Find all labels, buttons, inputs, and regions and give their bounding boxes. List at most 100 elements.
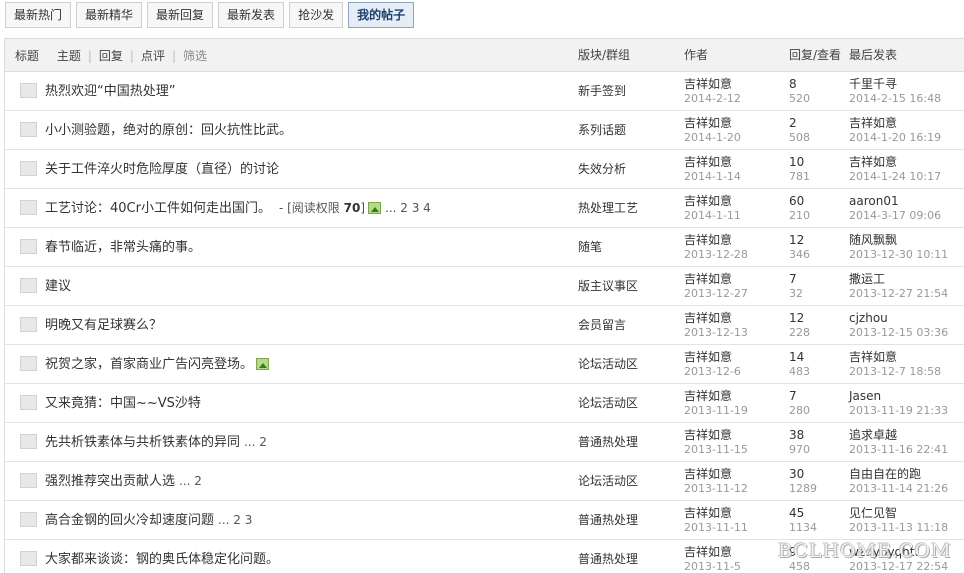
last-poster-link[interactable]: aaron01 [849,194,941,208]
divider [46,49,50,63]
last-post-cell: 自由自在的跑 2013-11-14 21:26 [849,467,948,496]
author-link[interactable]: 吉祥如意 [684,77,741,91]
forum-link[interactable]: 版主议事区 [578,267,638,306]
thread-title-link[interactable]: 春节临近，非常头痛的事。 [45,240,201,255]
counts-cell: 10 781 [789,155,810,184]
last-post-time[interactable]: 2013-11-13 11:18 [849,521,948,535]
last-poster-link[interactable]: 吉祥如意 [849,155,941,169]
last-poster-link[interactable]: 千里千寻 [849,77,941,91]
author-link[interactable]: 吉祥如意 [684,428,748,442]
last-post-time[interactable]: 2013-12-30 10:11 [849,248,948,262]
forum-link[interactable]: 系列话题 [578,111,626,150]
thread-title-link[interactable]: 工艺讨论：40Cr小工件如何走出国门。 [45,201,271,216]
forum-link[interactable]: 论坛活动区 [578,384,638,423]
forum-link[interactable]: 普通热处理 [578,501,638,540]
last-post-time[interactable]: 2013-12-15 03:36 [849,326,948,340]
last-post-time[interactable]: 2014-1-20 16:19 [849,131,941,145]
last-post-cell: 见仁见智 2013-11-13 11:18 [849,506,948,535]
last-post-time[interactable]: 2013-11-16 22:41 [849,443,948,457]
last-poster-link[interactable]: 追求卓越 [849,428,948,442]
thread-title-cell: 先共析铁素体与共析铁素体的异同 ... 2 [45,423,267,462]
author-link[interactable]: 吉祥如意 [684,155,741,169]
author-link[interactable]: 吉祥如意 [684,467,748,481]
header-forum: 版块/群组 [578,48,631,62]
tab-3[interactable]: 最新发表 [218,2,285,28]
forum-link[interactable]: 失效分析 [578,150,626,189]
author-link[interactable]: 吉祥如意 [684,545,741,559]
forum-link[interactable]: 普通热处理 [578,423,638,462]
document-icon [20,395,37,410]
thread-title-link[interactable]: 建议 [45,279,71,294]
reply-count: 2 [789,116,797,130]
thread-title-link[interactable]: 大家都来谈谈：钢的奥氏体稳定化问题。 [45,552,279,567]
last-post-time[interactable]: 2013-12-7 18:58 [849,365,941,379]
filter-review-link[interactable]: 点评 [141,47,165,64]
view-count: 280 [789,404,810,417]
filter-reply-link[interactable]: 回复 [99,47,123,64]
forum-link[interactable]: 热处理工艺 [578,189,638,228]
counts-cell: 7 32 [789,272,803,301]
thread-title-link[interactable]: 祝贺之家，首家商业广告闪亮登场。 [45,357,253,372]
author-cell: 吉祥如意 2013-11-19 [684,389,748,418]
author-link[interactable]: 吉祥如意 [684,506,748,520]
forum-link[interactable]: 论坛活动区 [578,462,638,501]
tab-1[interactable]: 最新精华 [76,2,143,28]
author-link[interactable]: 吉祥如意 [684,233,748,247]
tab-0[interactable]: 最新热门 [5,2,72,28]
forum-link[interactable]: 普通热处理 [578,540,638,573]
last-post-time[interactable]: 2014-1-24 10:17 [849,170,941,184]
post-date: 2013-12-28 [684,248,748,261]
permission-close: ] [360,201,366,215]
last-poster-link[interactable]: 随风飘飘 [849,233,948,247]
tab-2[interactable]: 最新回复 [147,2,214,28]
tab-5[interactable]: 我的帖子 [348,2,415,28]
thread-title-link[interactable]: 关于工件淬火时危险厚度（直径）的讨论 [45,162,279,177]
last-post-time[interactable]: 2013-12-27 21:54 [849,287,948,301]
forum-link[interactable]: 随笔 [578,228,602,267]
thread-title-link[interactable]: 高合金钢的回火冷却速度问题 [45,513,214,528]
last-poster-link[interactable]: 吉祥如意 [849,350,941,364]
last-post-time[interactable]: 2014-2-15 16:48 [849,92,941,106]
last-post-time[interactable]: 2013-11-14 21:26 [849,482,948,496]
permission-label: - [阅读权限 [278,201,344,215]
thread-title-link[interactable]: 又来竟猜：中国~~VS沙特 [45,396,201,411]
forum-link[interactable]: 会员留言 [578,306,626,345]
tab-4[interactable]: 抢沙发 [289,2,344,28]
divider: | [129,48,134,63]
forum-link[interactable]: 新手签到 [578,72,626,111]
last-post-time[interactable]: 2014-3-17 09:06 [849,209,941,223]
author-link[interactable]: 吉祥如意 [684,116,741,130]
last-poster-link[interactable]: Jasen [849,389,948,403]
author-link[interactable]: 吉祥如意 [684,272,748,286]
last-poster-link[interactable]: 自由自在的跑 [849,467,948,481]
filter-subject-link[interactable]: 主题 [57,47,81,64]
last-poster-link[interactable]: 撒运工 [849,272,948,286]
page-links[interactable]: ... 2 3 [218,513,252,527]
thread-title-link[interactable]: 明晚又有足球赛么？ [45,318,162,333]
thread-title-link[interactable]: 先共析铁素体与共析铁素体的异同 [45,435,240,450]
author-link[interactable]: 吉祥如意 [684,311,748,325]
author-link[interactable]: 吉祥如意 [684,350,741,364]
last-poster-link[interactable]: cjzhou [849,311,948,325]
page-links[interactable]: ... 2 [244,435,267,449]
view-count: 346 [789,248,810,261]
thread-title-link[interactable]: 强烈推荐突出贡献人选 [45,474,175,489]
read-permission: - [阅读权限 70] [279,201,365,215]
author-cell: 吉祥如意 2013-11-5 [684,545,741,573]
thread-title-link[interactable]: 热烈欢迎“中国热处理” [45,84,175,99]
counts-cell: 12 346 [789,233,810,262]
page-links[interactable]: ... 2 3 4 [385,201,431,215]
page-links[interactable]: ... 2 [179,474,202,488]
view-count: 781 [789,170,810,183]
author-link[interactable]: 吉祥如意 [684,194,741,208]
last-post-time[interactable]: 2013-11-19 21:33 [849,404,948,418]
thread-title-link[interactable]: 小小测验题，绝对的原创：回火抗性比武。 [45,123,292,138]
last-poster-link[interactable]: 见仁见智 [849,506,948,520]
author-link[interactable]: 吉祥如意 [684,389,748,403]
table-header: 标题 主题 | 回复 | 点评 | 筛选 版块/群组 作者 回复/查看 最后发表 [5,39,964,72]
forum-link[interactable]: 论坛活动区 [578,345,638,384]
filter-screen-link[interactable]: 筛选 [183,47,207,64]
header-filters: 标题 主题 | 回复 | 点评 | 筛选 [15,39,207,72]
author-cell: 吉祥如意 2014-2-12 [684,77,741,106]
last-poster-link[interactable]: 吉祥如意 [849,116,941,130]
